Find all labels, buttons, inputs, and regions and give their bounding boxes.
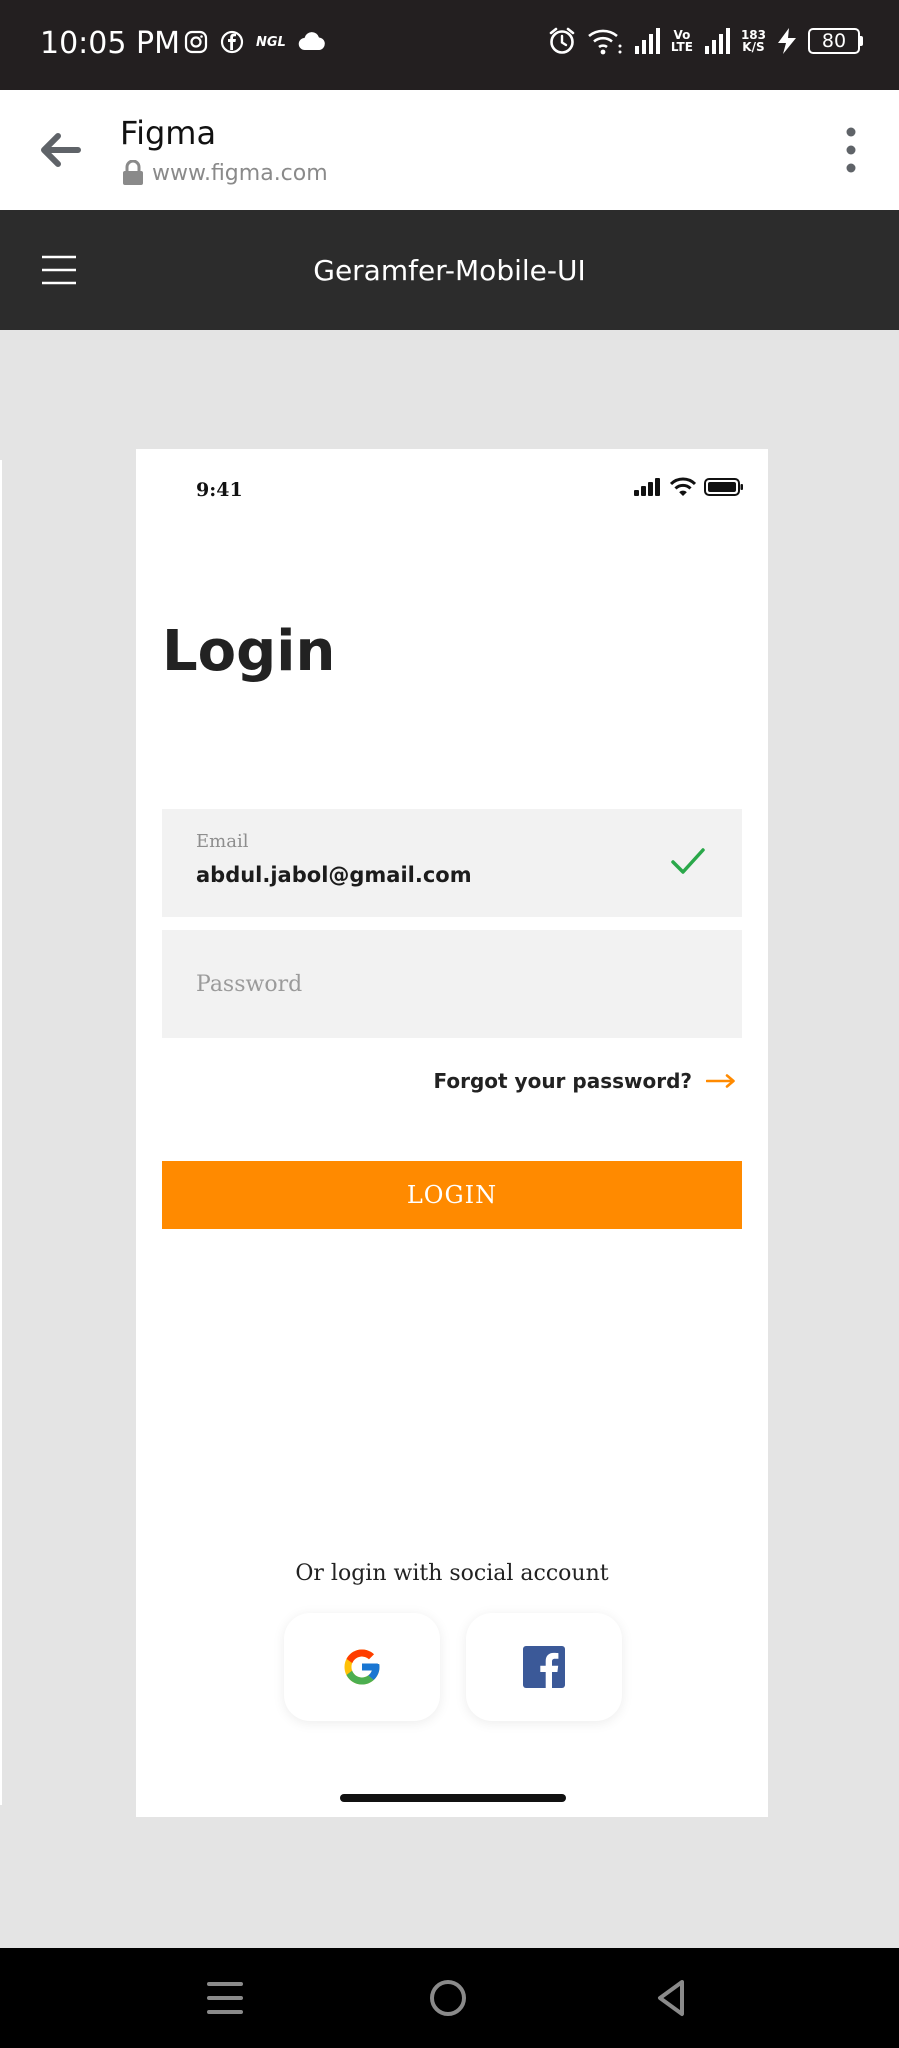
- back-icon[interactable]: [652, 1978, 692, 2018]
- canvas-edge: [0, 460, 2, 1805]
- instagram-icon: [184, 30, 208, 54]
- wifi-icon: [588, 29, 622, 55]
- forgot-password-label: Forgot your password?: [433, 1069, 693, 1093]
- signal-icon: [634, 28, 660, 54]
- google-login-button[interactable]: [284, 1613, 440, 1721]
- system-navigation-bar: [0, 1948, 899, 2048]
- wifi-icon: [670, 477, 696, 496]
- email-label: Email: [196, 831, 249, 852]
- lock-icon: [123, 160, 143, 185]
- battery-level: 80: [808, 28, 860, 54]
- notification-icons: NGL: [184, 30, 326, 54]
- social-login-caption: Or login with social account: [295, 1561, 609, 1586]
- browser-header: Figma www.figma.com: [0, 90, 899, 210]
- battery-icon: [704, 478, 743, 496]
- page-title: Figma: [120, 114, 217, 152]
- arrow-right-icon: [706, 1074, 735, 1088]
- system-status-bar: 10:05 PM NGL Vo LTE 183 K/S 80: [0, 0, 899, 90]
- facebook-icon: [523, 1646, 565, 1688]
- login-button[interactable]: LOGIN: [162, 1161, 742, 1229]
- email-field[interactable]: Email abdul.jabol@gmail.com: [162, 809, 742, 917]
- signal-icon: [704, 28, 730, 54]
- facebook-icon: [220, 30, 244, 54]
- network-speed: 183 K/S: [740, 28, 766, 54]
- phone-frame: 9:41 Login Email abdul.jabol@gmail.com F…: [136, 449, 768, 1817]
- cellular-icon: [634, 478, 660, 496]
- phone-time: 9:41: [196, 479, 243, 501]
- figma-header: Geramfer-Mobile-UI: [0, 210, 899, 330]
- email-value: abdul.jabol@gmail.com: [196, 863, 472, 887]
- home-icon[interactable]: [428, 1978, 468, 2018]
- forgot-password-link[interactable]: Forgot your password?: [434, 1069, 737, 1093]
- ngl-icon: NGL: [256, 34, 286, 50]
- url-text: www.figma.com: [152, 160, 328, 186]
- battery-icon: 80: [808, 28, 863, 54]
- screen-title: Login: [162, 619, 336, 684]
- back-arrow-icon[interactable]: [36, 126, 84, 174]
- cloud-icon: [298, 32, 325, 51]
- more-options-icon[interactable]: [839, 126, 863, 174]
- home-indicator: [340, 1794, 566, 1802]
- prototype-title: Geramfer-Mobile-UI: [313, 254, 586, 287]
- system-time: 10:05 PM: [40, 26, 180, 61]
- google-icon: [344, 1649, 380, 1685]
- recent-apps-icon[interactable]: [205, 1978, 245, 2018]
- volte-indicator: Vo LTE: [670, 28, 693, 54]
- charging-icon: [778, 28, 796, 54]
- alarm-icon: [549, 27, 575, 54]
- check-icon: [671, 848, 705, 874]
- facebook-login-button[interactable]: [466, 1613, 622, 1721]
- system-status-icons: Vo LTE 183 K/S 80: [547, 26, 863, 56]
- url-bar[interactable]: www.figma.com: [122, 160, 328, 186]
- phone-status-icons: [634, 477, 744, 497]
- password-field[interactable]: [162, 930, 742, 1038]
